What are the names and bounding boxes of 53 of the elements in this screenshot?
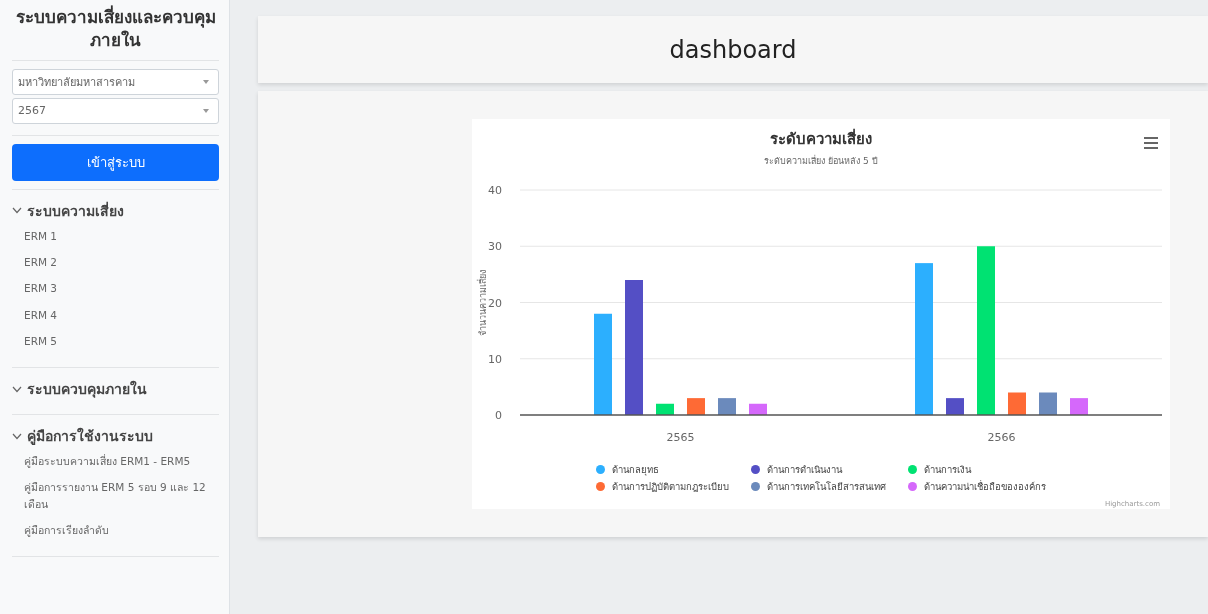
legend-item[interactable]: ด้านความน่าเชื่อถือขององค์กร	[908, 479, 1046, 494]
bar	[1008, 392, 1026, 415]
section-header[interactable]: คู่มือการใช้งานระบบ	[12, 425, 219, 448]
menu-item[interactable]: ERM 5	[24, 332, 219, 350]
axis-title: จำนวนความเสี่ยง	[478, 269, 488, 336]
menu-item[interactable]: คู่มือการรายงาน ERM 5 รอบ 9 และ 12 เดือน	[24, 479, 219, 512]
legend-item[interactable]: ด้านการเงิน	[908, 462, 1046, 477]
section-header[interactable]: ระบบควบคุมภายใน	[12, 378, 219, 401]
legend-label: ด้านกลยุทธ	[612, 463, 659, 477]
login-button[interactable]: เข้าสู่ระบบ	[12, 143, 219, 181]
caret-icon	[202, 78, 210, 85]
legend-item[interactable]: ด้านการเทคโนโลยีสารสนเทศ	[751, 479, 886, 494]
legend-label: ด้านการเทคโนโลยีสารสนเทศ	[767, 480, 886, 494]
bar	[1039, 392, 1057, 415]
select-field[interactable]: มหาวิทยาลัยมหาสารคาม	[12, 68, 219, 95]
select-field[interactable]: 2567	[12, 97, 219, 124]
page-title: dashboard	[669, 35, 797, 64]
section-header[interactable]: ระบบความเสี่ยง	[12, 199, 219, 222]
axis-tick-label: 40	[488, 184, 502, 197]
axis-tick-label: 10	[488, 352, 502, 366]
bar	[656, 403, 674, 415]
menu-item[interactable]: ERM 3	[24, 280, 219, 297]
menu-item[interactable]: คู่มือการเรียงลำดับ	[24, 522, 219, 539]
axis-category-label: 2566	[987, 431, 1016, 444]
chart-subtitle: ระดับความเสี่ยง ย้อนหลัง 5 ปี	[764, 154, 878, 168]
legend-label: ด้านการเงิน	[924, 463, 971, 477]
chevron-down-icon	[12, 432, 22, 440]
caret-icon	[202, 107, 210, 114]
legend-dot	[908, 482, 917, 491]
legend-dot	[596, 465, 605, 474]
legend-label: ด้านการปฏิบัติตามกฎระเบียบ	[612, 480, 729, 494]
legend-item[interactable]: ด้านกลยุทธ	[596, 462, 729, 477]
legend-dot	[751, 465, 760, 474]
legend-dot	[908, 465, 917, 474]
menu-item[interactable]: ERM 2	[24, 254, 219, 271]
axis-category-label: 2565	[666, 431, 695, 444]
axis-tick-label: 30	[488, 240, 502, 254]
legend-label: ด้านการดำเนินงาน	[767, 463, 842, 477]
chart-title: ระดับความเสี่ยง	[770, 127, 872, 150]
menu-item[interactable]: ERM 4	[24, 306, 219, 323]
legend-item[interactable]: ด้านการปฏิบัติตามกฎระเบียบ	[596, 479, 729, 494]
axis-tick-label: 0	[495, 409, 502, 422]
axis-tick-label: 20	[488, 296, 502, 310]
bar	[749, 403, 767, 415]
menu-item[interactable]: คู่มือระบบความเสี่ยง ERM1 - ERM5	[24, 453, 219, 470]
legend-dot	[596, 482, 605, 491]
menu-item[interactable]: ERM 1	[24, 227, 219, 245]
app-title: ระบบความเสี่ยงและควบคุม ภายใน	[14, 6, 217, 52]
legend-dot	[751, 482, 760, 491]
legend-item[interactable]: ด้านการดำเนินงาน	[751, 462, 886, 477]
chevron-down-icon	[12, 385, 22, 393]
menu-icon[interactable]	[1144, 137, 1158, 149]
chevron-down-icon	[12, 207, 22, 215]
